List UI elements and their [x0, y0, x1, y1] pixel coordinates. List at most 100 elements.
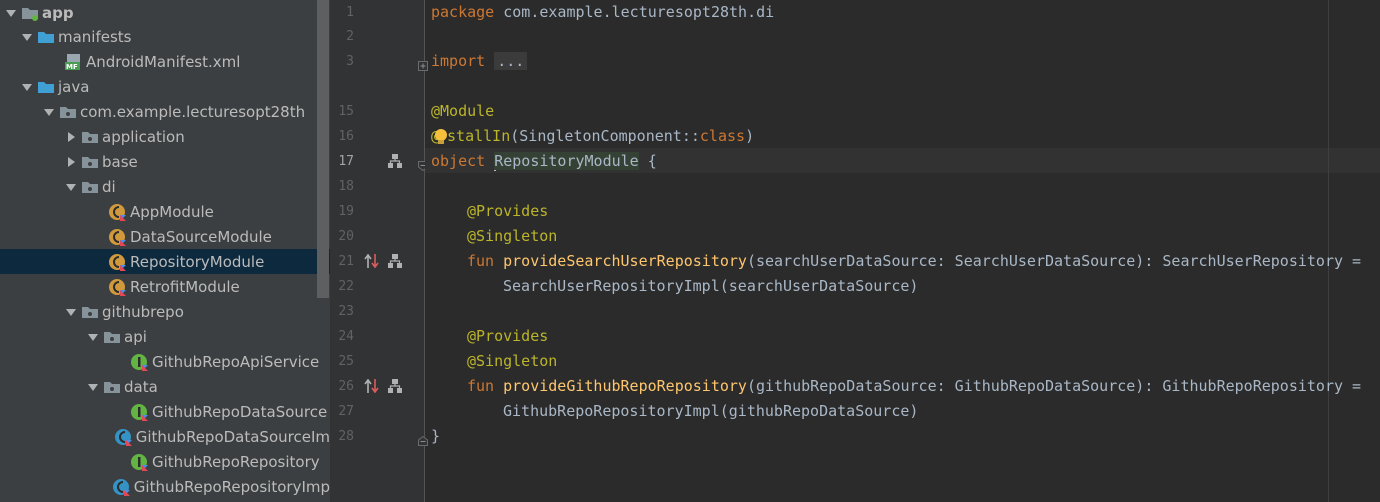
- code-line-15[interactable]: @Module: [431, 99, 494, 124]
- code-line-25[interactable]: @Singleton: [467, 349, 557, 374]
- tree-item-di[interactable]: di: [0, 174, 330, 199]
- chevron-down-icon[interactable]: [84, 378, 102, 396]
- tree-item-githubrepo[interactable]: githubrepo: [0, 299, 330, 324]
- code-line-26[interactable]: fun provideGithubRepoRepository(githubRe…: [467, 374, 1361, 399]
- function-name: provideGithubRepoRepository: [503, 377, 747, 395]
- tree-item-githubrepoapiservice[interactable]: GithubRepoApiService: [0, 349, 330, 374]
- line-number: 25: [338, 354, 354, 369]
- tree-item-retrofitmodule[interactable]: RetrofitModule: [0, 274, 330, 299]
- brace: {: [638, 152, 657, 170]
- chevron-down-icon[interactable]: [18, 28, 36, 46]
- expression: SearchUserRepositoryImpl(searchUserDataS…: [503, 277, 919, 295]
- tree-item-repositorymodule[interactable]: RepositoryModule: [0, 249, 330, 274]
- tree-scrollbar[interactable]: [317, 0, 329, 298]
- kotlin-interface-icon: [130, 403, 150, 421]
- tree-item-base[interactable]: base: [0, 149, 330, 174]
- chevron-down-icon[interactable]: [84, 328, 102, 346]
- tree-item-label: githubrepo: [102, 302, 184, 321]
- tree-item-label: DataSourceModule: [130, 227, 272, 246]
- line-number: 22: [338, 279, 354, 294]
- keyword: fun: [467, 252, 495, 270]
- keyword: class: [699, 127, 746, 145]
- kotlin-class-icon: [112, 478, 132, 496]
- tree-item-label: AndroidManifest.xml: [86, 52, 241, 71]
- code-line-17[interactable]: object RepositoryModule {: [431, 149, 657, 174]
- tree-item-app[interactable]: app: [0, 0, 330, 25]
- annotation: @Module: [431, 102, 495, 120]
- lightbulb-icon[interactable]: [433, 128, 449, 146]
- brace: }: [431, 427, 441, 445]
- annotation: stallIn: [447, 127, 511, 145]
- chevron-down-icon[interactable]: [2, 4, 20, 22]
- line-number: 27: [338, 404, 354, 419]
- line-number: 3: [346, 54, 354, 69]
- package-icon: [102, 378, 122, 396]
- kotlin-interface-icon: [130, 453, 150, 471]
- code-editor[interactable]: package com.example.lecturesopt28th.di i…: [425, 0, 1380, 502]
- chevron-down-icon[interactable]: [62, 178, 80, 196]
- tree-item-java[interactable]: java: [0, 74, 330, 99]
- folded-imports[interactable]: ...: [494, 52, 528, 70]
- code-line-28[interactable]: }: [431, 424, 440, 449]
- tree-item-githubrepodatasourceimpl[interactable]: GithubRepoDataSourceIm: [0, 424, 330, 449]
- package-icon: [102, 328, 122, 346]
- dependency-navigation-icon[interactable]: [364, 253, 380, 269]
- tree-item-api[interactable]: api: [0, 324, 330, 349]
- tree-item-root-package[interactable]: com.example.lecturesopt28th: [0, 99, 330, 124]
- package-icon: [80, 153, 100, 171]
- chevron-right-icon[interactable]: [62, 128, 80, 146]
- code-line-16[interactable]: @stallIn(SingletonComponent::class): [431, 124, 754, 149]
- keyword: object: [431, 152, 486, 170]
- tree-item-androidmanifest[interactable]: MF AndroidManifest.xml: [0, 49, 330, 74]
- code-line-21[interactable]: fun provideSearchUserRepository(searchUs…: [467, 249, 1361, 274]
- kotlin-object-icon: [108, 203, 128, 221]
- tree-item-data[interactable]: data: [0, 374, 330, 399]
- chevron-down-icon[interactable]: [40, 103, 58, 121]
- line-number-current: 17: [338, 154, 354, 169]
- line-number: 23: [338, 304, 354, 319]
- tree-item-label: app: [42, 3, 74, 22]
- tree-item-label: com.example.lecturesopt28th: [80, 102, 306, 121]
- tree-item-label: GithubRepoApiService: [152, 352, 320, 371]
- tree-item-githubreporepositoryimpl[interactable]: GithubRepoRepositoryImp: [0, 474, 330, 499]
- line-number: 2: [346, 29, 354, 44]
- chevron-down-icon[interactable]: [18, 78, 36, 96]
- tree-item-manifests[interactable]: manifests: [0, 24, 330, 49]
- hierarchy-icon[interactable]: [387, 378, 403, 394]
- tree-item-appmodule[interactable]: AppModule: [0, 199, 330, 224]
- package-icon: [80, 178, 100, 196]
- keyword: import: [431, 52, 486, 70]
- function-signature: (searchUserDataSource: SearchUserDataSou…: [746, 252, 1362, 270]
- tree-item-label: api: [124, 327, 147, 346]
- line-number: 26: [338, 379, 354, 394]
- tree-item-label: RepositoryModule: [130, 252, 265, 271]
- tree-item-datasourcemodule[interactable]: DataSourceModule: [0, 224, 330, 249]
- hierarchy-icon[interactable]: [387, 253, 403, 269]
- chevron-right-icon[interactable]: [62, 153, 80, 171]
- tree-item-label: GithubRepoDataSource: [152, 402, 328, 421]
- code-line-20[interactable]: @Singleton: [467, 224, 557, 249]
- tree-item-label: GithubRepoRepositoryImp: [133, 477, 330, 496]
- code-line-27[interactable]: GithubRepoRepositoryImpl(githubRepoDataS…: [503, 399, 918, 424]
- tree-item-label: GithubRepoDataSourceIm: [135, 427, 330, 446]
- tree-item-application[interactable]: application: [0, 124, 330, 149]
- annotation: @Provides: [467, 327, 549, 345]
- code-line-19[interactable]: @Provides: [467, 199, 548, 224]
- package-icon: [80, 303, 100, 321]
- code-line-22[interactable]: SearchUserRepositoryImpl(searchUserDataS…: [503, 274, 918, 299]
- hierarchy-icon[interactable]: [387, 153, 403, 169]
- annotation-args: (SingletonComponent::: [510, 127, 700, 145]
- tree-item-githubreporepository[interactable]: GithubRepoRepository: [0, 449, 330, 474]
- dependency-navigation-icon[interactable]: [364, 378, 380, 394]
- tree-item-label: manifests: [58, 27, 132, 46]
- tree-item-githubrepodatasource[interactable]: GithubRepoDataSource: [0, 399, 330, 424]
- code-line-24[interactable]: @Provides: [467, 324, 548, 349]
- kotlin-class-icon: [114, 428, 134, 446]
- package-name: com.example.lecturesopt28th.di: [494, 3, 775, 21]
- code-line-1[interactable]: package com.example.lecturesopt28th.di: [431, 0, 774, 25]
- chevron-down-icon[interactable]: [62, 303, 80, 321]
- module-folder-icon: [20, 4, 40, 22]
- keyword: fun: [467, 377, 495, 395]
- kotlin-object-icon: [108, 278, 128, 296]
- code-line-3[interactable]: import ...: [431, 49, 528, 74]
